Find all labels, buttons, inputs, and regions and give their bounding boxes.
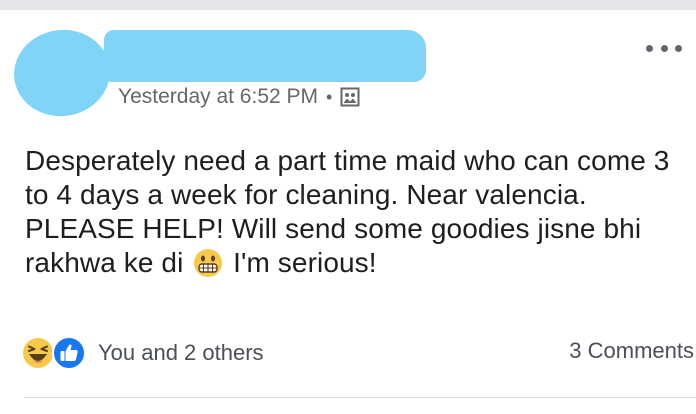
comments-count-link[interactable]: 3 Comments xyxy=(569,338,694,364)
redacted-avatar[interactable] xyxy=(8,23,116,123)
redacted-author-name[interactable] xyxy=(104,30,426,82)
reactions-label[interactable]: You and 2 others xyxy=(98,340,264,366)
like-reaction-icon xyxy=(52,336,86,370)
grimacing-face-emoji xyxy=(194,249,223,277)
photo-audience-icon[interactable] xyxy=(340,87,360,107)
more-dot xyxy=(660,44,668,52)
reactions-summary[interactable]: You and 2 others xyxy=(22,336,264,370)
post-meta: Yesterday at 6:52 PM • xyxy=(118,84,360,110)
post-body: Desperately need a part time maid who ca… xyxy=(25,144,685,280)
reaction-icons xyxy=(22,336,88,370)
meta-separator: • xyxy=(326,86,333,107)
post-timestamp[interactable]: Yesterday at 6:52 PM xyxy=(118,85,318,109)
haha-reaction-icon xyxy=(23,338,53,368)
more-options-icon[interactable] xyxy=(646,40,682,56)
top-divider-strip xyxy=(0,0,696,10)
post-text-end: I'm serious! xyxy=(233,247,377,278)
more-dot xyxy=(675,44,682,52)
footer-divider xyxy=(24,397,696,398)
more-dot xyxy=(646,44,653,52)
